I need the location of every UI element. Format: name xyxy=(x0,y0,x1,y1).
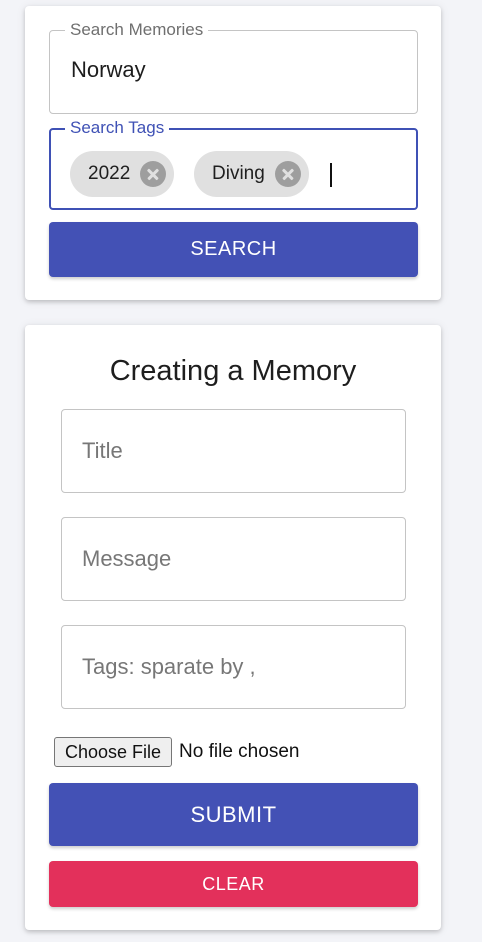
tags-input[interactable] xyxy=(62,626,405,708)
message-field[interactable] xyxy=(61,517,406,601)
title-input[interactable] xyxy=(62,410,405,492)
search-memories-label: Search Memories xyxy=(65,20,209,40)
tag-chip-label: Diving xyxy=(212,163,265,184)
clear-button[interactable]: CLEAR xyxy=(49,861,418,907)
search-card: Search Memories Norway Search Tags 2022 … xyxy=(25,6,441,300)
file-picker: Choose File No file chosen xyxy=(54,737,299,767)
file-status: No file chosen xyxy=(179,741,300,762)
tag-chip-diving[interactable]: Diving xyxy=(194,151,309,197)
search-memories-field[interactable]: Search Memories Norway xyxy=(49,20,418,114)
chip-delete-icon[interactable] xyxy=(274,161,301,187)
search-button[interactable]: SEARCH xyxy=(49,222,418,277)
form-title: Creating a Memory xyxy=(109,355,357,387)
text-caret xyxy=(330,163,332,187)
tag-chip-2022[interactable]: 2022 xyxy=(70,151,175,197)
search-tags-field[interactable]: Search Tags 2022 Diving xyxy=(49,118,418,210)
message-input[interactable] xyxy=(62,518,405,600)
title-field[interactable] xyxy=(61,409,406,493)
search-tags-label: Search Tags xyxy=(65,118,170,138)
choose-file-button[interactable]: Choose File xyxy=(54,737,173,767)
create-memory-card: Creating a Memory Choose File No file ch… xyxy=(25,325,441,930)
tags-field[interactable] xyxy=(61,625,406,709)
chip-delete-icon[interactable] xyxy=(140,161,167,187)
submit-button[interactable]: SUBMIT xyxy=(49,783,418,846)
search-memories-value[interactable]: Norway xyxy=(71,57,146,83)
tag-chip-label: 2022 xyxy=(88,163,131,184)
